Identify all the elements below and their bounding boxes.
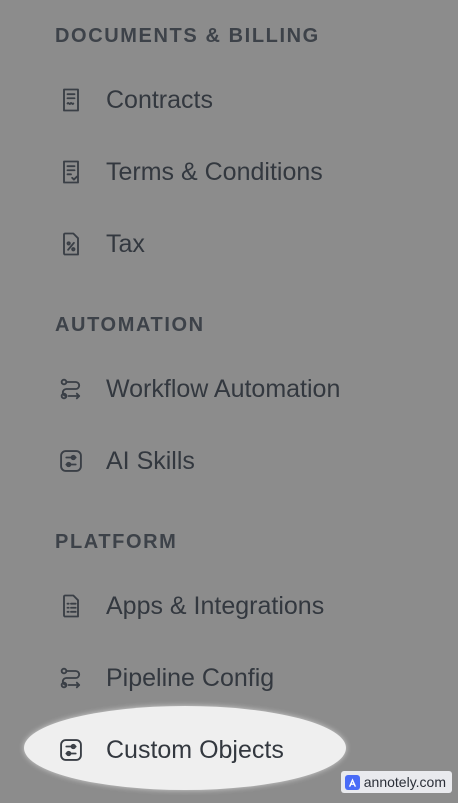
nav-label-contracts: Contracts bbox=[106, 85, 213, 114]
annotely-watermark: annotely.com bbox=[340, 771, 452, 793]
contract-document-icon bbox=[56, 85, 86, 115]
nav-label-custom-objects: Custom Objects bbox=[106, 735, 284, 764]
workflow-icon bbox=[56, 374, 86, 404]
percent-document-icon bbox=[56, 229, 86, 259]
section-title-documents-billing: DOCUMENTS & BILLING bbox=[55, 25, 320, 47]
sliders-box-icon bbox=[56, 446, 86, 476]
list-document-icon bbox=[56, 591, 86, 621]
nav-label-pipeline-config: Pipeline Config bbox=[106, 663, 275, 692]
nav-label-apps-integrations: Apps & Integrations bbox=[106, 591, 325, 620]
nav-item-workflow-automation[interactable]: Workflow Automation bbox=[56, 367, 340, 411]
nav-item-tax[interactable]: Tax bbox=[56, 222, 145, 266]
section-title-platform: PLATFORM bbox=[55, 531, 178, 553]
annotely-logo-icon bbox=[344, 774, 360, 790]
nav-item-terms-conditions[interactable]: Terms & Conditions bbox=[56, 150, 323, 194]
nav-item-apps-integrations[interactable]: Apps & Integrations bbox=[56, 584, 324, 628]
watermark-text: annotely.com bbox=[363, 774, 446, 790]
nav-label-terms-conditions: Terms & Conditions bbox=[106, 157, 323, 186]
nav-label-ai-skills: AI Skills bbox=[106, 446, 195, 475]
nav-item-contracts[interactable]: Contracts bbox=[56, 78, 213, 122]
sliders-box-icon bbox=[56, 735, 86, 765]
nav-label-workflow-automation: Workflow Automation bbox=[106, 374, 341, 403]
workflow-icon bbox=[56, 663, 86, 693]
nav-item-ai-skills[interactable]: AI Skills bbox=[56, 439, 195, 483]
section-title-automation: AUTOMATION bbox=[55, 314, 205, 336]
document-lines-icon bbox=[56, 157, 86, 187]
nav-label-tax: Tax bbox=[106, 229, 145, 258]
nav-item-custom-objects[interactable]: Custom Objects bbox=[56, 728, 284, 772]
nav-item-pipeline-config[interactable]: Pipeline Config bbox=[56, 656, 274, 700]
